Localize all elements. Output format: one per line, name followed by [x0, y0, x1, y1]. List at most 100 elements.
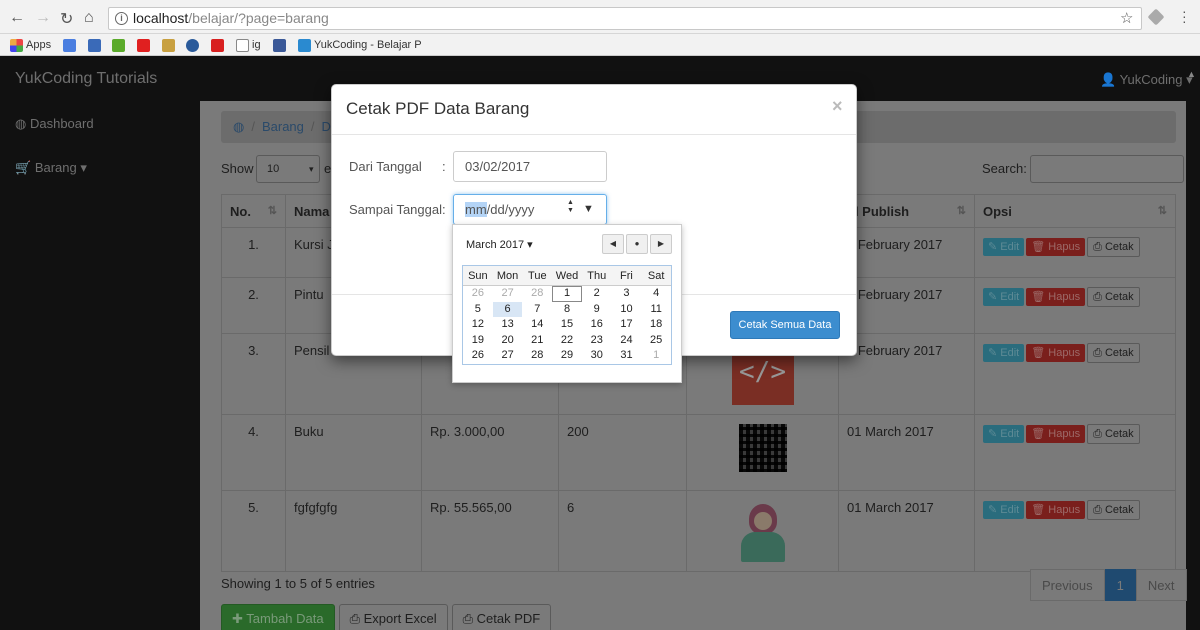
bookmark-book[interactable] — [88, 37, 104, 53]
calendar-day[interactable]: 28 — [522, 286, 552, 302]
calendar-day[interactable]: 20 — [493, 333, 523, 349]
calendar-day[interactable]: 8 — [552, 302, 582, 318]
to-date-input[interactable]: mm/dd/yyyy ▲ ▼ ▼ — [453, 194, 607, 225]
close-icon[interactable]: × — [832, 96, 843, 117]
print-all-button[interactable]: Cetak Semua Data — [730, 311, 840, 339]
calendar-day[interactable]: 15 — [552, 317, 582, 333]
calendar-day[interactable]: 1 — [641, 348, 671, 364]
bookmark-youtube[interactable] — [137, 37, 153, 53]
print-button[interactable]: ⎙ Cetak — [1087, 424, 1140, 444]
scroll-up-icon[interactable]: ▲ — [1187, 69, 1196, 79]
info-icon[interactable]: i — [115, 12, 128, 25]
pagination-next[interactable]: Next — [1135, 569, 1187, 601]
sidebar-item-barang[interactable]: 🛒 Barang ▾ — [15, 160, 87, 176]
edit-button[interactable]: ✎ Edit — [983, 501, 1025, 519]
calendar-day[interactable]: 2 — [582, 286, 612, 302]
calendar-day[interactable]: 13 — [493, 317, 523, 333]
breadcrumb-item-barang[interactable]: Barang — [262, 119, 304, 134]
calendar-day[interactable]: 26 — [463, 286, 493, 302]
calendar-day[interactable]: 11 — [641, 302, 671, 318]
cell-gambar — [686, 414, 839, 491]
print-button[interactable]: ⎙ Cetak — [1087, 287, 1140, 307]
bookmark-facebook[interactable] — [273, 37, 289, 53]
calendar-day[interactable]: 25 — [641, 333, 671, 349]
calendar-day[interactable]: 22 — [552, 333, 582, 349]
add-data-button[interactable]: ✚ Tambah Data — [221, 604, 335, 630]
dashboard-icon[interactable]: ◍ — [233, 119, 244, 134]
calendar-day[interactable]: 21 — [522, 333, 552, 349]
calendar-day[interactable]: 16 — [582, 317, 612, 333]
column-header-no[interactable]: No. ⇅ — [221, 194, 286, 228]
page-size-select[interactable]: 10 ▾ — [256, 155, 320, 183]
bookmark-star-icon[interactable]: ☆ — [1120, 9, 1133, 27]
calendar-day[interactable]: 12 — [463, 317, 493, 333]
print-button[interactable]: ⎙ Cetak — [1087, 500, 1140, 520]
spinner-icon[interactable]: ▲ ▼ — [567, 199, 574, 215]
pagination-page-1[interactable]: 1 — [1104, 569, 1136, 601]
print-button[interactable]: ⎙ Cetak — [1087, 343, 1140, 363]
calendar-day[interactable]: 10 — [612, 302, 642, 318]
calendar-day[interactable]: 27 — [493, 348, 523, 364]
scrollbar[interactable] — [1186, 101, 1200, 630]
calendar-day[interactable]: 19 — [463, 333, 493, 349]
browser-menu-icon[interactable]: · · · — [1182, 4, 1187, 28]
column-header-opsi[interactable]: Opsi ⇅ — [974, 194, 1176, 228]
today-dot-icon[interactable]: ● — [626, 234, 648, 254]
calendar-day[interactable]: 26 — [463, 348, 493, 364]
calendar-day[interactable]: 27 — [493, 286, 523, 302]
bookmark-translate[interactable] — [63, 37, 79, 53]
from-date-input[interactable]: 03/02/2017 — [453, 151, 607, 182]
prev-month-icon[interactable]: ◀ — [602, 234, 624, 254]
edit-button[interactable]: ✎ Edit — [983, 288, 1025, 306]
calendar-day[interactable]: 9 — [582, 302, 612, 318]
sidebar-item-dashboard[interactable]: ◍ Dashboard — [15, 116, 94, 132]
calendar-day[interactable]: 29 — [552, 348, 582, 364]
extension-icon[interactable] — [1147, 8, 1165, 26]
calendar-day[interactable]: 5 — [463, 302, 493, 318]
calendar-dropdown-icon[interactable]: ▼ — [583, 195, 594, 224]
bookmark-a[interactable] — [211, 37, 227, 53]
print-pdf-button[interactable]: ⎙ Cetak PDF — [451, 604, 552, 630]
calendar-day[interactable]: 23 — [582, 333, 612, 349]
brand-title[interactable]: YukCoding Tutorials — [15, 70, 157, 88]
calendar-day[interactable]: 24 — [612, 333, 642, 349]
calendar-day[interactable]: 3 — [612, 286, 642, 302]
delete-button[interactable]: 🗑 Hapus — [1026, 288, 1086, 306]
month-select[interactable]: March 2017 ▾ — [466, 238, 533, 251]
user-menu[interactable]: 👤 YukCoding ▾ — [1100, 72, 1193, 88]
calendar-day[interactable]: 14 — [522, 317, 552, 333]
edit-button[interactable]: ✎ Edit — [983, 238, 1025, 256]
calendar-day[interactable]: 30 — [582, 348, 612, 364]
next-month-icon[interactable]: ▶ — [650, 234, 672, 254]
back-icon[interactable]: ← — [9, 9, 25, 27]
column-header-publish[interactable]: gl Publish ⇅ — [838, 194, 975, 228]
pagination-previous[interactable]: Previous — [1030, 569, 1105, 601]
home-icon[interactable]: ⌂ — [84, 9, 94, 27]
edit-button[interactable]: ✎ Edit — [983, 344, 1025, 362]
bookmark-ig[interactable]: ig — [236, 37, 261, 53]
calendar-day[interactable]: 1 — [552, 286, 582, 302]
calendar-day[interactable]: 6 — [492, 301, 523, 317]
delete-button[interactable]: 🗑 Hapus — [1026, 425, 1086, 443]
bookmark-download[interactable] — [112, 37, 128, 53]
calendar-day[interactable]: 31 — [612, 348, 642, 364]
calendar-day[interactable]: 17 — [612, 317, 642, 333]
calendar-day[interactable]: 18 — [641, 317, 671, 333]
calendar-day[interactable]: 28 — [522, 348, 552, 364]
delete-button[interactable]: 🗑 Hapus — [1026, 501, 1086, 519]
forward-icon[interactable]: → — [35, 9, 51, 27]
delete-button[interactable]: 🗑 Hapus — [1026, 238, 1086, 256]
delete-button[interactable]: 🗑 Hapus — [1026, 344, 1086, 362]
address-bar[interactable]: i localhost/belajar/?page=barang — [108, 7, 1142, 30]
bookmark-plant[interactable] — [162, 37, 178, 53]
export-excel-button[interactable]: ⎙ Export Excel — [338, 604, 448, 630]
bookmark-yukcoding[interactable]: YukCoding - Belajar P — [298, 37, 422, 53]
bookmark-apps[interactable]: Apps — [10, 37, 51, 53]
edit-button[interactable]: ✎ Edit — [983, 425, 1025, 443]
calendar-day[interactable]: 7 — [522, 302, 552, 318]
calendar-day[interactable]: 4 — [641, 286, 671, 302]
reload-icon[interactable]: ↻ — [60, 9, 73, 29]
search-input[interactable] — [1030, 155, 1184, 183]
bookmark-s[interactable] — [186, 37, 202, 53]
print-button[interactable]: ⎙ Cetak — [1087, 237, 1140, 257]
